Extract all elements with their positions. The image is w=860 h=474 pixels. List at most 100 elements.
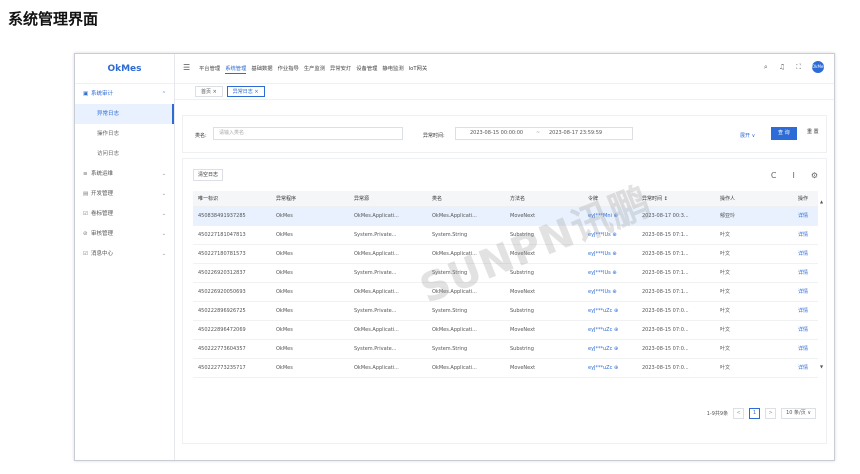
table-header-row: 唯一标识 异常程序 异常源 类名 方法名 令牌 异常时间 ↕ 操作人 操作 — [193, 191, 818, 207]
table-cell: 叶文 — [715, 339, 793, 359]
sidebar-item-label: 消息中心 — [91, 251, 114, 257]
settings-icon[interactable]: ⚙ — [811, 171, 818, 180]
sidebar-item-4[interactable]: ⊘ 审核管理 ⌄ — [75, 224, 174, 244]
sidebar-item-3[interactable]: ☑ 卷标管理 ⌄ — [75, 204, 174, 224]
sidebar-item-2[interactable]: ▤ 开发管理 ⌄ — [75, 184, 174, 204]
query-button[interactable]: 查 询 — [771, 127, 797, 140]
table-cell: 叶文 — [715, 225, 793, 245]
detail-link[interactable]: 详情 — [793, 301, 818, 321]
detail-link[interactable]: 详情 — [793, 244, 818, 264]
next-page-button[interactable]: > — [765, 408, 777, 419]
table-cell: 2023-08-15 07:1... — [637, 282, 715, 302]
tab-exception-log[interactable]: 异常日志 × — [226, 86, 265, 97]
menu-group-icon: ☑ — [83, 211, 88, 217]
table-cell: MoveNext — [505, 320, 583, 340]
menu-group-icon: ≡ — [83, 171, 88, 177]
page-heading: 系统管理界面 — [8, 10, 99, 28]
token-cell[interactable]: eyJ***uZc ⊕ — [583, 339, 637, 359]
table-row[interactable]: 450222896926725 OkMes System.Private... Sys… — [193, 301, 818, 321]
column-header-7: 操作人 — [715, 191, 793, 207]
sidebar-item-1[interactable]: ≡ 系统运维 ⌄ — [75, 164, 174, 184]
table-cell: OkMes.Applicati... — [427, 320, 505, 340]
class-name-input[interactable]: 请输入类名 — [213, 127, 403, 140]
detail-link[interactable]: 详情 — [793, 263, 818, 283]
nav-item-2[interactable]: 基础数据 — [251, 64, 272, 74]
nav-item-7[interactable]: 静电监测 — [382, 64, 403, 74]
table-row[interactable]: 450222773235717 OkMes OkMes.Applicati... Ok… — [193, 358, 818, 378]
page-size-select[interactable]: 10 条/页 ∨ — [781, 408, 816, 419]
token-cell[interactable]: eyJ***IUs ⊕ — [583, 263, 637, 283]
sidebar-item-5[interactable]: ☑ 消息中心 ⌄ — [75, 244, 174, 264]
detail-link[interactable]: 详情 — [793, 320, 818, 340]
sidebar-subitem-2[interactable]: 访问日志 — [75, 144, 174, 164]
table-cell: MoveNext — [505, 282, 583, 302]
nav-item-3[interactable]: 作业指导 — [278, 64, 299, 74]
clear-log-button[interactable]: 清空日志 — [193, 169, 224, 181]
sidebar-item-0[interactable]: ▣ 系统审计 ⌃ — [75, 84, 174, 104]
expand-button[interactable]: 展开 ∨ — [740, 132, 755, 139]
table-cell: MoveNext — [505, 358, 583, 378]
table-cell: 叶文 — [715, 282, 793, 302]
prev-page-button[interactable]: < — [733, 408, 745, 419]
nav-item-5[interactable]: 异常安灯 — [330, 64, 351, 74]
menu-group-icon: ▤ — [83, 191, 89, 197]
column-header-1: 异常程序 — [271, 191, 349, 207]
table-cell: 2023-08-15 07:1... — [637, 263, 715, 283]
sidebar-item-label: 卷标管理 — [91, 211, 114, 217]
detail-link[interactable]: 详情 — [793, 282, 818, 302]
search-icon[interactable]: ⌕ — [764, 63, 768, 72]
fullscreen-icon[interactable]: ⛶ — [796, 63, 801, 72]
chevron-down-icon: ⌄ — [161, 251, 166, 257]
table-cell: OkMes — [271, 339, 349, 359]
sidebar-menu: ▣ 系统审计 ⌃ 异常日志 操作日志 访问日志 ≡ 系统运维 ⌄ ▤ 开发管理 ⌄ ☑ 卷标管理 ⌄ ⊘ 审核管… — [75, 84, 174, 264]
table-cell: System.String — [427, 339, 505, 359]
chevron-down-icon: ⌄ — [161, 211, 166, 217]
pagination: 1-9共9条 < 1 > 10 条/页 ∨ — [707, 408, 816, 419]
table-cell: OkMes.Applicati... — [349, 358, 427, 378]
nav-item-0[interactable]: 平台管理 — [199, 64, 220, 74]
table-scrollbar[interactable]: ▲ ▼ — [820, 199, 823, 369]
nav-item-8[interactable]: IoT网关 — [409, 64, 428, 74]
sidebar: OkMes ▣ 系统审计 ⌃ 异常日志 操作日志 访问日志 ≡ 系统运维 ⌄ ▤ 开发管理 ⌄ ☑ 卷标管… — [75, 54, 175, 460]
detail-link[interactable]: 详情 — [793, 206, 818, 226]
table-cell: 450222773604357 — [193, 339, 271, 359]
reset-button[interactable]: 重 置 — [801, 127, 825, 140]
table-cell: OkMes — [271, 301, 349, 321]
scroll-down-icon[interactable]: ▼ — [820, 364, 823, 369]
table-row[interactable]: 450222773604357 OkMes System.Private... Sys… — [193, 339, 818, 359]
top-icons: ⌕ ♫ ⛶ OkMes — [764, 61, 825, 73]
chevron-down-icon: ⌄ — [161, 171, 166, 177]
table-cell: Substring — [505, 301, 583, 321]
token-cell[interactable]: eyJ***uZc ⊕ — [583, 301, 637, 321]
nav-item-1[interactable]: 系统管理 — [225, 64, 247, 74]
menu-toggle-icon[interactable]: ☰ — [183, 63, 190, 72]
table-cell: 450222896472069 — [193, 320, 271, 340]
sidebar-item-label: 审核管理 — [91, 231, 114, 237]
density-icon[interactable]: I — [792, 171, 794, 180]
table-cell: 450227181047813 — [193, 225, 271, 245]
page-1-button[interactable]: 1 — [749, 408, 761, 419]
detail-link[interactable]: 详情 — [793, 225, 818, 245]
column-header-2: 异常源 — [349, 191, 427, 207]
notification-icon[interactable]: ♫ — [779, 63, 785, 71]
refresh-icon[interactable]: C — [771, 171, 777, 180]
table-cell: 450838491937285 — [193, 206, 271, 226]
sidebar-item-label: 开发管理 — [91, 191, 114, 197]
sidebar-subitem-0[interactable]: 异常日志 — [75, 104, 174, 124]
table-row[interactable]: 450222896472069 OkMes OkMes.Applicati... Ok… — [193, 320, 818, 340]
token-cell[interactable]: eyJ***uZc ⊕ — [583, 358, 637, 378]
tab-home[interactable]: 首页 × — [195, 86, 223, 97]
date-range-picker[interactable]: 2023-08-15 00:00:00 ~ 2023-08-17 23:59:5… — [455, 127, 633, 140]
detail-link[interactable]: 详情 — [793, 358, 818, 378]
sidebar-subitem-1[interactable]: 操作日志 — [75, 124, 174, 144]
token-cell[interactable]: eyJ***IUs ⊕ — [583, 282, 637, 302]
avatar[interactable]: OkMes — [812, 61, 825, 73]
table-cell: 2023-08-15 07:0... — [637, 320, 715, 340]
scroll-up-icon[interactable]: ▲ — [820, 199, 823, 204]
table-cell: OkMes — [271, 358, 349, 378]
token-cell[interactable]: eyJ***uZc ⊕ — [583, 320, 637, 340]
nav-item-6[interactable]: 设备管理 — [356, 64, 377, 74]
detail-link[interactable]: 详情 — [793, 339, 818, 359]
top-nav: 平台管理 系统管理 基础数据 作业指导 生产监测 异常安灯 设备管理 静电监测 IoT网关 — [199, 64, 427, 74]
nav-item-4[interactable]: 生产监测 — [304, 64, 325, 74]
